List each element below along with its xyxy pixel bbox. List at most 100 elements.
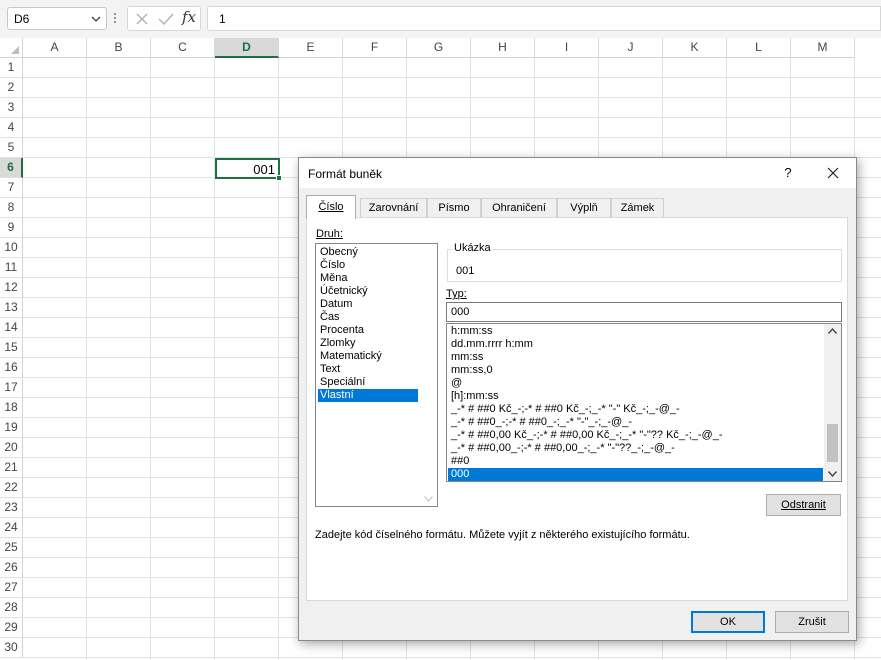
column-header-i[interactable]: I [535, 38, 599, 58]
type-input[interactable]: 000 [446, 302, 842, 322]
column-header-h[interactable]: H [471, 38, 535, 58]
row-header-30[interactable]: 30 [0, 638, 23, 658]
row-header-13[interactable]: 13 [0, 298, 23, 318]
scroll-up-icon[interactable] [828, 328, 837, 334]
delete-format-button[interactable]: Odstranit [766, 494, 841, 516]
tab-zarovnani[interactable]: Zarovnání [360, 198, 427, 218]
row-header-27[interactable]: 27 [0, 578, 23, 598]
format-code-item[interactable]: 000 [448, 468, 823, 481]
format-code-item[interactable]: @ [448, 377, 823, 390]
row-header-26[interactable]: 26 [0, 558, 23, 578]
category-list[interactable]: Obecný Číslo Měna Účetnický Datum Čas Procenta… [315, 243, 438, 507]
category-item[interactable]: Účetnický [318, 285, 418, 298]
cancel-entry-icon[interactable] [135, 12, 149, 26]
row-header-2[interactable]: 2 [0, 78, 23, 98]
column-header-b[interactable]: B [87, 38, 151, 58]
tab-vypln[interactable]: Výplň [557, 198, 611, 218]
row-header-9[interactable]: 9 [0, 218, 23, 238]
column-header-g[interactable]: G [407, 38, 471, 58]
column-header-f[interactable]: F [343, 38, 407, 58]
column-header-k[interactable]: K [663, 38, 727, 58]
row-header-7[interactable]: 7 [0, 178, 23, 198]
more-options-icon[interactable] [113, 11, 117, 25]
row-header-22[interactable]: 22 [0, 478, 23, 498]
row-header-19[interactable]: 19 [0, 418, 23, 438]
select-all-corner[interactable] [0, 38, 23, 58]
row-header-16[interactable]: 16 [0, 358, 23, 378]
column-header-m[interactable]: M [791, 38, 855, 58]
format-code-item[interactable]: ##0 [448, 455, 823, 468]
category-scrollbar[interactable] [420, 244, 437, 506]
help-button[interactable]: ? [777, 163, 799, 183]
category-item[interactable]: Číslo [318, 259, 418, 272]
column-header-c[interactable]: C [151, 38, 215, 58]
category-item[interactable]: Matematický [318, 350, 418, 363]
row-header-29[interactable]: 29 [0, 618, 23, 638]
column-header-l[interactable]: L [727, 38, 791, 58]
category-item[interactable]: Vlastní [318, 389, 418, 402]
select-all-triangle-icon[interactable] [11, 46, 19, 54]
tab-pismo[interactable]: Písmo [427, 198, 481, 218]
active-cell-d6[interactable]: 001 [215, 158, 280, 179]
column-header-e[interactable]: E [279, 38, 343, 58]
format-cells-dialog: Formát buněk ? Číslo Zarovnání Písmo Ohr… [298, 157, 857, 641]
cancel-button[interactable]: Zrušit [775, 611, 849, 633]
format-code-item[interactable]: mm:ss [448, 351, 823, 364]
category-item[interactable]: Čas [318, 311, 418, 324]
format-code-item[interactable]: _-* # ##0,00_-;-* # ##0,00_-;_-* "-"??_-… [448, 442, 823, 455]
scroll-down-icon[interactable] [424, 496, 433, 502]
row-header-18[interactable]: 18 [0, 398, 23, 418]
category-item[interactable]: Text [318, 363, 418, 376]
tab-zamek[interactable]: Zámek [611, 198, 664, 218]
column-header-j[interactable]: J [599, 38, 663, 58]
row-header-10[interactable]: 10 [0, 238, 23, 258]
category-item[interactable]: Speciální [318, 376, 418, 389]
formula-input[interactable]: 1 [207, 6, 881, 31]
format-code-item[interactable]: mm:ss,0 [448, 364, 823, 377]
tab-cislo[interactable]: Číslo [306, 195, 356, 219]
row-header-12[interactable]: 12 [0, 278, 23, 298]
scroll-down-icon[interactable] [828, 471, 837, 477]
row-header-28[interactable]: 28 [0, 598, 23, 618]
format-code-item[interactable]: _-* # ##0 Kč_-;-* # ##0 Kč_-;_-* "-" Kč_… [448, 403, 823, 416]
category-item[interactable]: Datum [318, 298, 418, 311]
column-header-d[interactable]: D [215, 38, 279, 58]
row-header-3[interactable]: 3 [0, 98, 23, 118]
tab-ohraniceni[interactable]: Ohraničení [481, 198, 557, 218]
confirm-entry-icon[interactable] [158, 12, 174, 26]
row-header-5[interactable]: 5 [0, 138, 23, 158]
category-item[interactable]: Měna [318, 272, 418, 285]
row-header-20[interactable]: 20 [0, 438, 23, 458]
category-item[interactable]: Obecný [318, 246, 418, 259]
row-header-4[interactable]: 4 [0, 118, 23, 138]
row-header-11[interactable]: 11 [0, 258, 23, 278]
row-header-23[interactable]: 23 [0, 498, 23, 518]
insert-function-icon[interactable]: fx [182, 8, 196, 26]
dialog-titlebar[interactable]: Formát buněk ? [299, 158, 856, 188]
close-button[interactable] [819, 163, 847, 183]
row-header-15[interactable]: 15 [0, 338, 23, 358]
row-header-21[interactable]: 21 [0, 458, 23, 478]
row-header-6[interactable]: 6 [0, 158, 23, 178]
ok-button[interactable]: OK [691, 611, 765, 633]
chevron-down-icon[interactable] [91, 14, 101, 24]
row-header-25[interactable]: 25 [0, 538, 23, 558]
category-item[interactable]: Zlomky [318, 337, 418, 350]
row-header-14[interactable]: 14 [0, 318, 23, 338]
format-code-item[interactable]: [h]:mm:ss [448, 390, 823, 403]
format-code-item[interactable]: _-* # ##0_-;-* # ##0_-;_-* "-"_-;_-@_- [448, 416, 823, 429]
row-header-8[interactable]: 8 [0, 198, 23, 218]
format-code-list[interactable]: h:mm:ss dd.mm.rrrr h:mm mm:ss mm:ss,0 @ [h]:m… [446, 323, 842, 482]
format-code-item[interactable]: _-* # ##0,00 Kč_-;-* # ##0,00 Kč_-;_-* "… [448, 429, 823, 442]
name-box[interactable]: D6 [7, 7, 107, 30]
format-code-item[interactable]: h:mm:ss [448, 325, 823, 338]
row-header-1[interactable]: 1 [0, 58, 23, 78]
scrollbar-thumb[interactable] [827, 424, 838, 462]
format-code-item[interactable]: dd.mm.rrrr h:mm [448, 338, 823, 351]
row-header-24[interactable]: 24 [0, 518, 23, 538]
column-header-a[interactable]: A [23, 38, 87, 58]
format-list-scrollbar[interactable] [824, 324, 841, 481]
fill-handle[interactable] [276, 175, 282, 181]
row-header-17[interactable]: 17 [0, 378, 23, 398]
category-item[interactable]: Procenta [318, 324, 418, 337]
